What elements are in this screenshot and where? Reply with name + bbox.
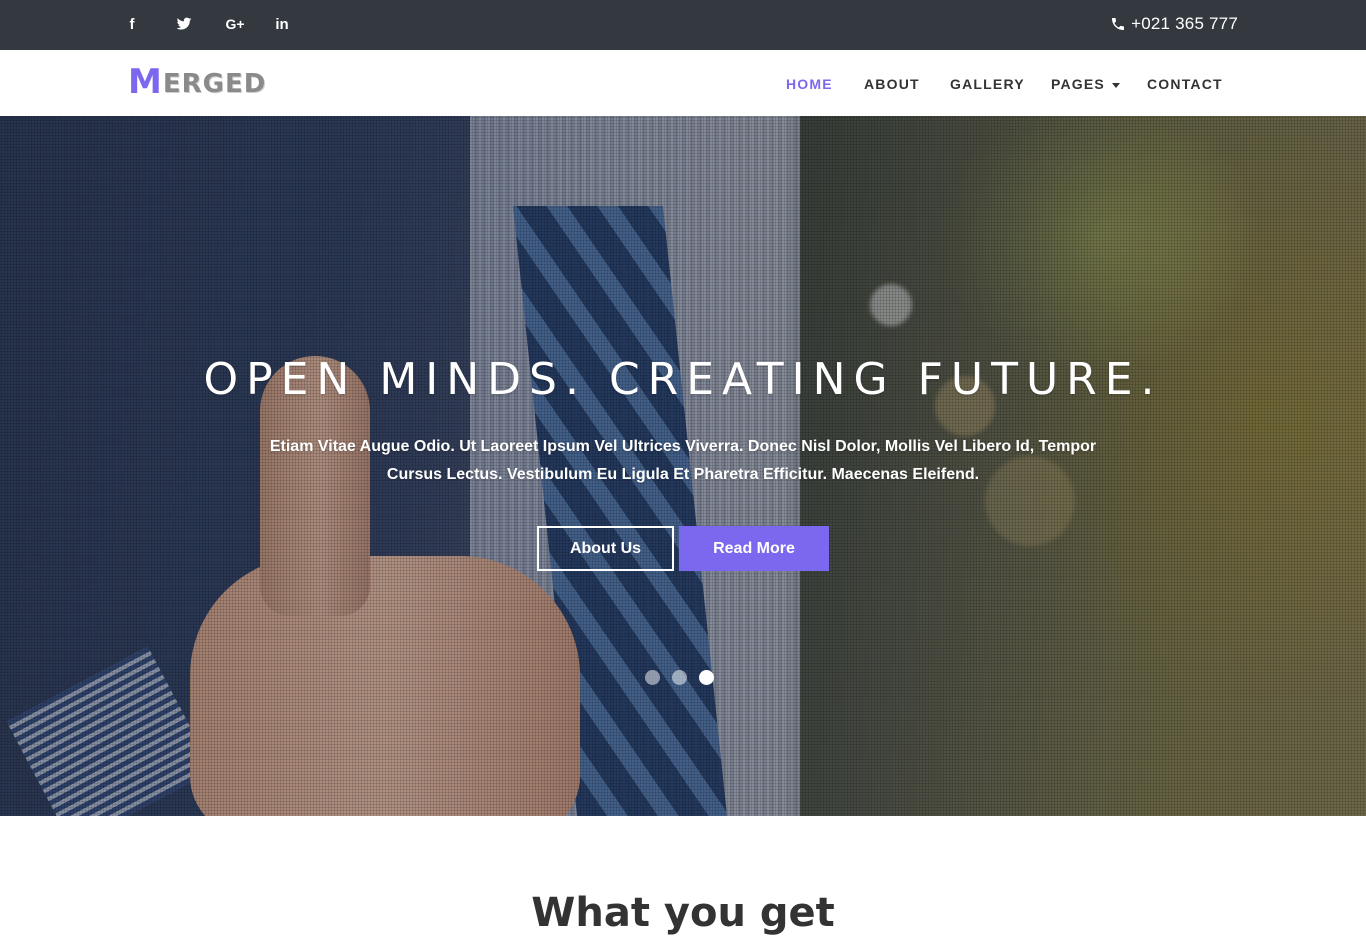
google-plus-icon[interactable]: G+ [223, 12, 247, 36]
nav-pages-dropdown[interactable]: PAGES [1051, 76, 1120, 92]
twitter-bird-icon [176, 17, 192, 30]
slider-dot-2[interactable] [672, 670, 687, 685]
hero-slider: OPEN MINDS. CREATING FUTURE. Etiam Vitae… [0, 116, 1366, 816]
nav-pages-label: PAGES [1051, 76, 1105, 92]
linkedin-icon[interactable]: in [270, 12, 294, 36]
phone-icon [1112, 18, 1125, 30]
nav-home[interactable]: HOME [786, 76, 833, 92]
logo-text: ERGED [162, 69, 267, 99]
site-logo[interactable]: M ERGED [128, 65, 266, 99]
read-more-button[interactable]: Read More [679, 526, 829, 571]
slider-dot-1[interactable] [645, 670, 660, 685]
nav-contact[interactable]: CONTACT [1147, 76, 1223, 92]
linkedin-glyph: in [275, 15, 289, 33]
facebook-icon[interactable]: f [120, 12, 144, 36]
caret-down-icon [1111, 82, 1120, 88]
logo-initial: M [128, 62, 163, 102]
hero-description: Etiam Vitae Augue Odio. Ut Laoreet Ipsum… [269, 438, 1097, 483]
twitter-icon[interactable] [172, 12, 196, 36]
phone-contact: +021 365 777 [1110, 14, 1238, 34]
top-bar: f G+ in +021 365 777 [0, 0, 1366, 50]
slider-pagination [645, 670, 714, 685]
google-plus-glyph: G+ [225, 16, 245, 32]
phone-number: +021 365 777 [1131, 14, 1238, 33]
section-title: What you get [531, 890, 835, 936]
nav-gallery[interactable]: GALLERY [950, 76, 1025, 92]
slider-dot-3[interactable] [699, 670, 714, 685]
about-us-button[interactable]: About Us [537, 526, 674, 571]
hero-title: OPEN MINDS. CREATING FUTURE. [203, 354, 1163, 405]
main-navbar: M ERGED HOME ABOUT GALLERY PAGES CONTACT [0, 50, 1366, 116]
nav-about[interactable]: ABOUT [864, 76, 920, 92]
facebook-glyph: f [129, 15, 135, 33]
